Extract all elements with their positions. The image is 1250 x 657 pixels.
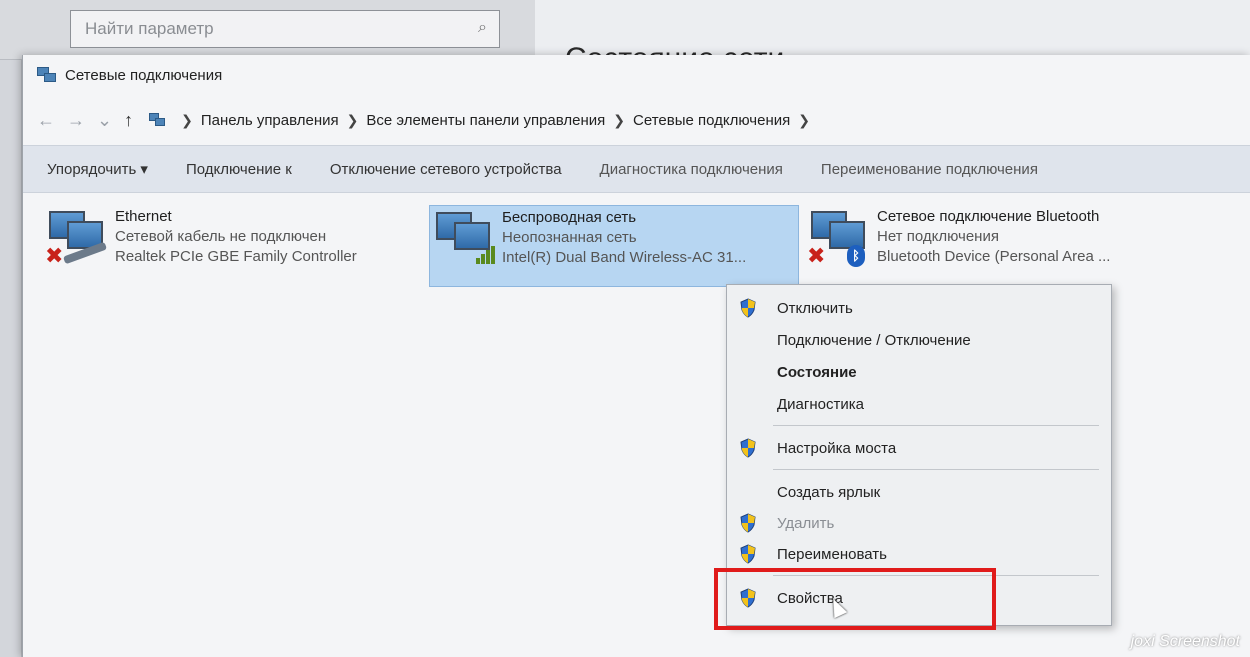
menu-item-label: Переименовать	[777, 545, 887, 563]
menu-item-diagnose[interactable]: Диагностика	[727, 389, 1111, 419]
connection-device: Bluetooth Device (Personal Area ...	[877, 248, 1111, 265]
uac-shield-icon	[740, 298, 756, 318]
chevron-right-icon[interactable]: ❯	[181, 112, 193, 129]
connection-name: Сетевое подключение Bluetooth	[877, 208, 1100, 225]
command-toolbar: Упорядочить ▾ Подключение к Отключение с…	[23, 145, 1250, 193]
menu-item-label: Подключение / Отключение	[777, 331, 971, 349]
connection-name: Беспроводная сеть	[502, 209, 637, 226]
menu-item-disable[interactable]: Отключить	[727, 293, 1111, 323]
window-title: Сетевые подключения	[65, 66, 223, 84]
connection-device: Realtek PCIe GBE Family Controller	[115, 248, 357, 265]
menu-item-bridge[interactable]: Настройка моста	[727, 433, 1111, 463]
menu-item-label: Создать ярлык	[777, 483, 881, 501]
bluetooth-adapter-icon: ✖ ᛒ	[805, 205, 877, 269]
disconnected-x-icon: ✖	[45, 243, 64, 268]
menu-separator	[773, 425, 1099, 426]
network-connections-icon	[37, 67, 57, 83]
menu-item-delete[interactable]: Удалить	[727, 508, 1111, 538]
menu-separator	[773, 469, 1099, 470]
settings-sidebar	[0, 60, 22, 657]
connection-device: Intel(R) Dual Band Wireless-AC 31...	[502, 249, 747, 266]
address-bar[interactable]: ← → ⌄ ↑ ❯ Панель управления ❯ Все элемен…	[23, 95, 1250, 145]
menu-item-create-shortcut[interactable]: Создать ярлык	[727, 477, 1111, 507]
search-icon[interactable]: ⌕	[478, 19, 487, 37]
back-arrow-icon[interactable]: ←	[37, 110, 55, 131]
menu-item-connect-disconnect[interactable]: Подключение / Отключение	[727, 325, 1111, 355]
chevron-right-icon[interactable]: ❯	[613, 112, 625, 129]
connection-status: Сетевой кабель не подключен	[115, 228, 327, 245]
menu-item-label: Состояние	[777, 363, 857, 381]
connection-status: Нет подключения	[877, 228, 999, 245]
settings-search-placeholder: Найти параметр	[85, 19, 214, 38]
disable-device-button[interactable]: Отключение сетевого устройства	[330, 161, 562, 178]
uac-shield-icon	[740, 513, 756, 533]
disconnected-x-icon: ✖	[807, 243, 826, 268]
menu-item-status[interactable]: Состояние	[727, 357, 1111, 387]
settings-search-input[interactable]: Найти параметр ⌕	[70, 10, 500, 48]
menu-item-label: Удалить	[777, 514, 835, 532]
menu-item-label: Диагностика	[777, 395, 864, 413]
diagnose-connection-button[interactable]: Диагностика подключения	[600, 161, 783, 178]
connection-bluetooth[interactable]: ✖ ᛒ Сетевое подключение Bluetooth Нет по…	[805, 205, 1110, 269]
organize-button[interactable]: Упорядочить ▾	[47, 160, 148, 178]
breadcrumb-all-items[interactable]: Все элементы панели управления	[366, 112, 605, 129]
recent-dropdown-icon[interactable]: ⌄	[97, 110, 112, 131]
connection-ethernet[interactable]: ✖ Ethernet Сетевой кабель не подключен R…	[43, 205, 357, 269]
connection-wireless[interactable]: Беспроводная сеть Неопознанная сеть Inte…	[429, 205, 799, 287]
connect-to-button[interactable]: Подключение к	[186, 161, 292, 178]
wireless-adapter-icon	[430, 206, 502, 270]
watermark: joxi Screenshot	[1130, 633, 1240, 650]
uac-shield-icon	[740, 544, 756, 564]
ethernet-adapter-icon: ✖	[43, 205, 115, 269]
up-arrow-icon[interactable]: ↑	[124, 110, 133, 131]
menu-item-label: Настройка моста	[777, 439, 897, 457]
forward-arrow-icon[interactable]: →	[67, 110, 85, 131]
uac-shield-icon	[740, 438, 756, 458]
control-panel-icon	[149, 113, 167, 127]
menu-item-rename[interactable]: Переименовать	[727, 539, 1111, 569]
breadcrumb-control-panel[interactable]: Панель управления	[201, 112, 339, 129]
connection-status: Неопознанная сеть	[502, 229, 637, 246]
window-titlebar: Сетевые подключения	[23, 55, 1250, 95]
breadcrumb-network-connections[interactable]: Сетевые подключения	[633, 112, 790, 129]
highlight-box	[714, 568, 996, 630]
chevron-right-icon[interactable]: ❯	[347, 112, 359, 129]
connection-name: Ethernet	[115, 208, 172, 225]
chevron-right-icon[interactable]: ❯	[798, 112, 810, 129]
rename-connection-button[interactable]: Переименование подключения	[821, 161, 1038, 178]
bluetooth-icon: ᛒ	[847, 245, 865, 267]
menu-item-label: Отключить	[777, 299, 853, 317]
signal-bars-icon	[476, 242, 498, 264]
